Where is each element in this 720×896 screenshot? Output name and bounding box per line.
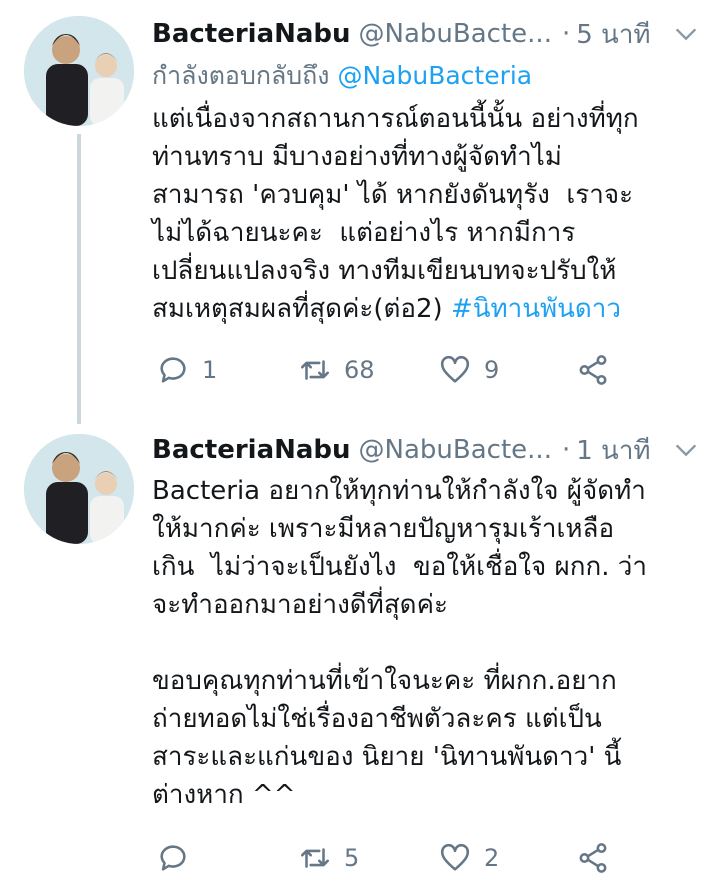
avatar-image: [24, 16, 134, 126]
avatar[interactable]: [24, 434, 134, 544]
timestamp[interactable]: 5 นาที: [576, 14, 650, 55]
mention-link[interactable]: @NabuBacteria: [337, 61, 532, 90]
retweet-button[interactable]: 5: [298, 838, 359, 878]
tweet-body: แต่เนื่องจากสถานการณ์ตอนนี้นั้น อย่างที่…: [152, 104, 639, 324]
reply-count: 1: [202, 356, 218, 384]
tweet-actions: 5 2: [152, 838, 704, 878]
reply-icon: [160, 845, 186, 871]
retweet-count: 5: [344, 844, 360, 872]
heart-icon: [440, 843, 470, 871]
tweet-text: แต่เนื่องจากสถานการณ์ตอนนี้นั้น อย่างที่…: [152, 100, 702, 328]
replying-prefix: กำลังตอบกลับถึง: [152, 61, 330, 90]
hashtag-link[interactable]: #นิทานพันดาว: [451, 294, 621, 324]
like-button[interactable]: 2: [438, 838, 499, 878]
reply-button[interactable]: [156, 838, 202, 878]
tweet-header: BacteriaNabu @NabuBacte... · 1 นาที: [152, 428, 704, 472]
replying-to: กำลังตอบกลับถึง @NabuBacteria: [152, 56, 532, 96]
heart-icon: [440, 355, 470, 383]
share-icon: [579, 843, 607, 873]
separator-dot: ·: [561, 19, 571, 49]
like-button[interactable]: 9: [438, 350, 499, 390]
reply-icon: [160, 357, 186, 383]
like-count: 9: [484, 356, 500, 384]
share-button[interactable]: [576, 838, 610, 878]
tweet-header: BacteriaNabu @NabuBacte... · 5 นาที: [152, 12, 704, 56]
share-icon: [579, 355, 607, 385]
user-handle[interactable]: @NabuBacte...: [359, 19, 552, 49]
reply-button[interactable]: 1: [156, 350, 217, 390]
display-name[interactable]: BacteriaNabu: [152, 435, 351, 465]
separator-dot: ·: [561, 435, 571, 465]
share-button[interactable]: [576, 350, 610, 390]
like-count: 2: [484, 844, 500, 872]
tweet[interactable]: BacteriaNabu @NabuBacte... · 1 นาที Bact…: [0, 420, 720, 896]
thread-line: [77, 134, 81, 424]
tweet[interactable]: BacteriaNabu @NabuBacte... · 5 นาที กำลั…: [0, 0, 720, 424]
display-name[interactable]: BacteriaNabu: [152, 19, 351, 49]
timestamp[interactable]: 1 นาที: [576, 430, 650, 471]
chevron-down-icon[interactable]: [672, 20, 700, 48]
retweet-icon: [300, 848, 330, 868]
avatar[interactable]: [24, 16, 134, 126]
retweet-button[interactable]: 68: [298, 350, 375, 390]
tweet-text: Bacteria อยากให้ทุกท่านให้กำลังใจ ผู้จัด…: [152, 476, 647, 810]
retweet-icon: [300, 360, 330, 380]
avatar-image: [24, 434, 134, 544]
retweet-count: 68: [344, 356, 375, 384]
user-handle[interactable]: @NabuBacte...: [359, 435, 552, 465]
chevron-down-icon[interactable]: [672, 436, 700, 464]
tweet-actions: 1 68 9: [152, 350, 704, 390]
